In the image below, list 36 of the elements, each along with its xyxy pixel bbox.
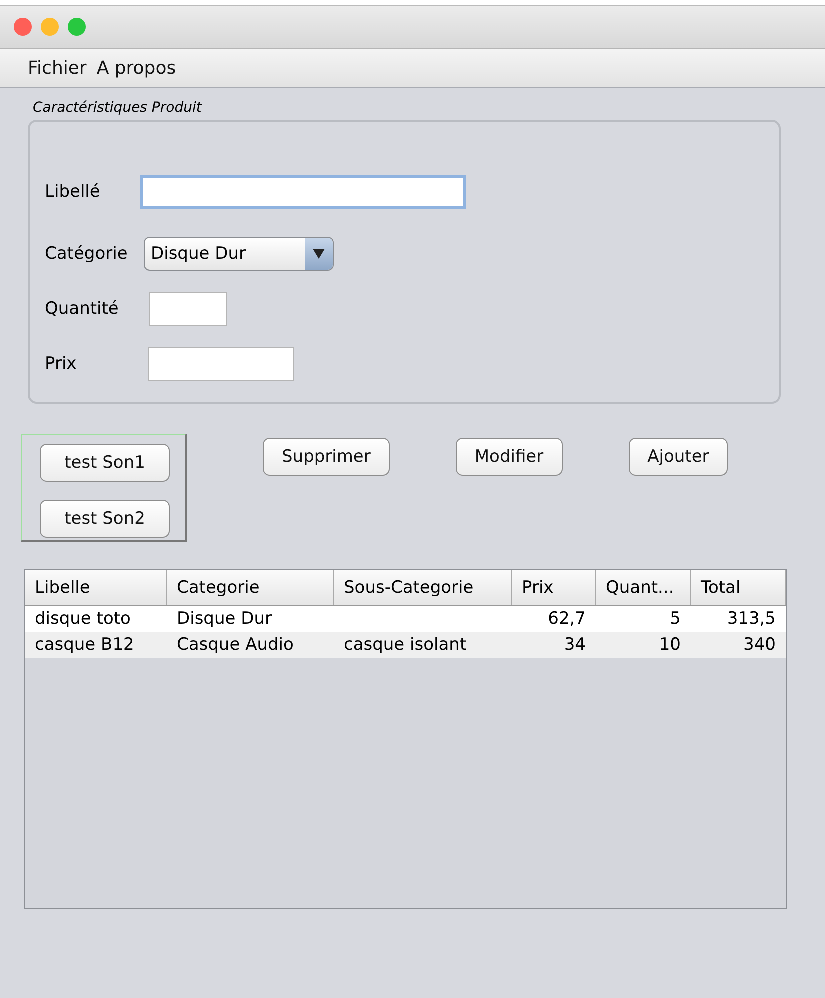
table-cell-text: 62,7 <box>547 608 587 631</box>
table-cell-text: Casque Audio <box>176 634 295 657</box>
field-label: Libellé <box>45 182 102 202</box>
close-button[interactable] <box>14 18 32 36</box>
table-cell-text: 34 <box>563 634 587 657</box>
group-title: Caractéristiques Produit <box>33 100 204 116</box>
table-cell-text: casque B12 <box>34 634 136 657</box>
column-header[interactable]: Sous-Categorie <box>334 570 512 605</box>
minimize-button[interactable] <box>41 18 59 36</box>
field-label: Catégorie <box>45 244 129 264</box>
test-button[interactable]: test Son1 <box>40 444 170 482</box>
table-cell-text: 10 <box>658 634 682 657</box>
zoom-button[interactable] <box>68 18 86 36</box>
action-button[interactable]: Modifier <box>456 438 563 476</box>
table-cell-text: disque toto <box>34 608 132 631</box>
table-cell-text: Disque Dur <box>176 608 273 631</box>
field-label: Quantité <box>45 299 120 319</box>
column-header[interactable]: Prix <box>512 570 596 605</box>
input-field[interactable] <box>148 347 294 381</box>
action-button[interactable]: Supprimer <box>263 438 390 476</box>
input-field[interactable] <box>140 175 466 209</box>
table-cell-text: 313,5 <box>726 608 777 631</box>
table-cell-text: 340 <box>742 634 777 657</box>
table-cell-text: casque isolant <box>343 634 468 657</box>
menu-item[interactable]: A propos <box>96 58 176 78</box>
action-button[interactable]: Ajouter <box>628 438 728 476</box>
input-field[interactable] <box>149 292 227 326</box>
test-button[interactable]: test Son2 <box>40 500 170 538</box>
column-header[interactable]: Total <box>691 570 786 605</box>
table-cell-text: 5 <box>669 608 682 631</box>
field-label: Prix <box>45 354 78 374</box>
category-dropdown[interactable]: Disque Dur <box>144 237 334 271</box>
column-header[interactable]: Libelle <box>25 570 167 605</box>
column-header[interactable]: Categorie <box>167 570 334 605</box>
column-header[interactable]: Quant... <box>596 570 691 605</box>
menu-item[interactable]: Fichier <box>28 58 87 78</box>
